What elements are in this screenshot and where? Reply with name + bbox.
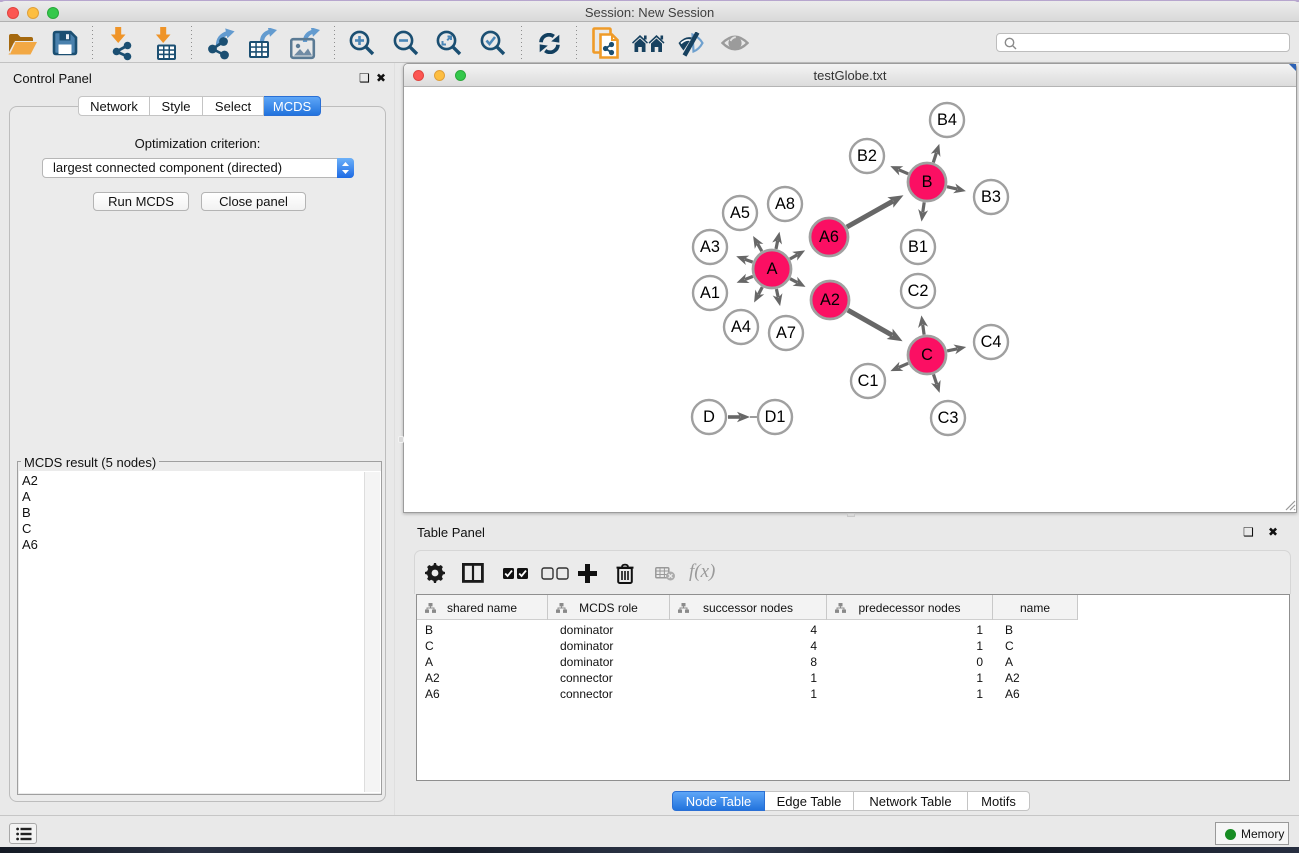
svg-text:B1: B1 <box>908 238 928 256</box>
svg-text:C: C <box>921 346 933 364</box>
svg-text:C3: C3 <box>938 409 959 427</box>
svg-text:A4: A4 <box>731 318 751 336</box>
svg-text:A5: A5 <box>730 204 750 222</box>
svg-text:A2: A2 <box>820 291 840 309</box>
svg-text:A6: A6 <box>819 228 839 246</box>
svg-text:C4: C4 <box>981 333 1002 351</box>
svg-text:C1: C1 <box>858 372 879 390</box>
svg-text:A7: A7 <box>776 324 796 342</box>
svg-text:A: A <box>767 260 778 278</box>
svg-text:B: B <box>922 173 933 191</box>
svg-text:B3: B3 <box>981 188 1001 206</box>
svg-text:D: D <box>703 408 715 426</box>
svg-text:D1: D1 <box>765 408 786 426</box>
svg-text:A8: A8 <box>775 195 795 213</box>
svg-text:A1: A1 <box>700 284 720 302</box>
svg-text:B4: B4 <box>937 111 957 129</box>
svg-text:C2: C2 <box>908 282 929 300</box>
svg-text:A3: A3 <box>700 238 720 256</box>
svg-text:B2: B2 <box>857 147 877 165</box>
